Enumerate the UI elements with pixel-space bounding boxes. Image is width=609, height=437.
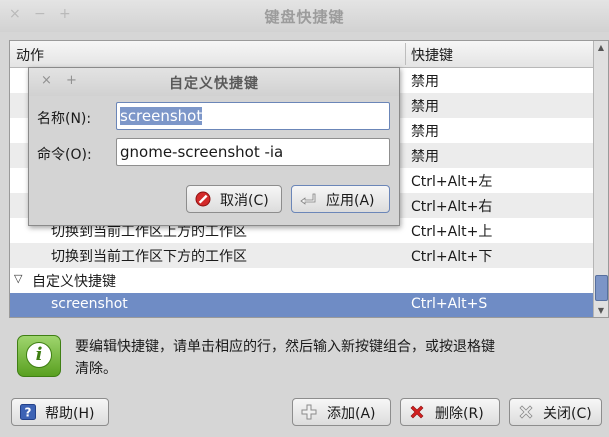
- cancel-button-label: 取消(C): [220, 193, 269, 209]
- command-label: 命令(O):: [37, 147, 92, 163]
- window-title: 键盘快捷键: [264, 8, 345, 26]
- name-field[interactable]: screenshot: [116, 102, 390, 130]
- svg-text:?: ?: [25, 406, 32, 420]
- apply-button[interactable]: 应用(A): [291, 185, 390, 213]
- row-action: 切换到当前工作区下方的工作区: [51, 249, 247, 265]
- row-shortcut: 禁用: [411, 99, 439, 115]
- row-shortcut: Ctrl+Alt+上: [411, 224, 493, 240]
- cancel-icon: [195, 191, 211, 207]
- plus-icon: [301, 404, 317, 420]
- name-label: 名称(N):: [37, 111, 92, 127]
- help-button-label: 帮助(H): [45, 406, 95, 422]
- name-field-value: screenshot: [120, 107, 203, 125]
- help-icon: ?: [20, 404, 36, 420]
- scroll-up-icon[interactable]: ▲: [594, 41, 608, 54]
- remove-button[interactable]: 删除(R): [400, 398, 500, 426]
- row-shortcut: 禁用: [411, 149, 439, 165]
- help-button[interactable]: ? 帮助(H): [11, 398, 109, 426]
- cancel-button[interactable]: 取消(C): [186, 185, 282, 213]
- info-text: 要编辑快捷键，请单击相应的行，然后输入新按键组合，或按退格键清除。: [75, 339, 495, 377]
- enter-icon: [300, 193, 316, 205]
- row-action: screenshot: [51, 296, 128, 312]
- add-button-label: 添加(A): [327, 406, 376, 422]
- scroll-down-icon[interactable]: ▼: [594, 304, 608, 317]
- row-shortcut: 禁用: [411, 74, 439, 90]
- tree-header: 动作 快捷键: [10, 41, 594, 68]
- add-button[interactable]: 添加(A): [292, 398, 391, 426]
- row-shortcut: Ctrl+Alt+S: [411, 296, 488, 312]
- column-header-action[interactable]: 动作: [16, 45, 44, 65]
- table-row[interactable]: 切换到当前工作区下方的工作区 Ctrl+Alt+下: [10, 243, 594, 268]
- delete-icon: [410, 405, 424, 419]
- row-shortcut: Ctrl+Alt+下: [411, 249, 493, 265]
- dialog-titlebar: × + 自定义快捷键: [29, 68, 399, 96]
- group-row-custom[interactable]: ▽ 自定义快捷键: [10, 268, 594, 293]
- row-shortcut: Ctrl+Alt+右: [411, 199, 493, 215]
- info-icon: i: [17, 335, 61, 377]
- window-titlebar: × − + 键盘快捷键: [0, 0, 609, 32]
- group-label: 自定义快捷键: [32, 274, 116, 290]
- command-field-value: gnome-screenshot -ia: [120, 143, 284, 161]
- command-field[interactable]: gnome-screenshot -ia: [116, 138, 390, 166]
- apply-button-label: 应用(A): [326, 193, 375, 209]
- dialog-title: 自定义快捷键: [169, 76, 259, 92]
- expander-icon[interactable]: ▽: [14, 272, 22, 285]
- table-row-selected[interactable]: screenshot Ctrl+Alt+S: [10, 293, 594, 317]
- custom-shortcut-dialog: × + 自定义快捷键 名称(N): screenshot 命令(O): gnom…: [28, 67, 400, 226]
- column-separator: [405, 43, 406, 65]
- close-icon: [519, 405, 533, 419]
- row-shortcut: Ctrl+Alt+左: [411, 174, 493, 190]
- remove-button-label: 删除(R): [435, 406, 484, 422]
- close-button[interactable]: 关闭(C): [509, 398, 602, 426]
- close-button-label: 关闭(C): [543, 406, 592, 422]
- vertical-scrollbar[interactable]: ▲ ▼: [593, 41, 608, 317]
- row-shortcut: 禁用: [411, 124, 439, 140]
- scrollbar-thumb[interactable]: [595, 275, 608, 301]
- column-header-shortcut[interactable]: 快捷键: [411, 45, 453, 65]
